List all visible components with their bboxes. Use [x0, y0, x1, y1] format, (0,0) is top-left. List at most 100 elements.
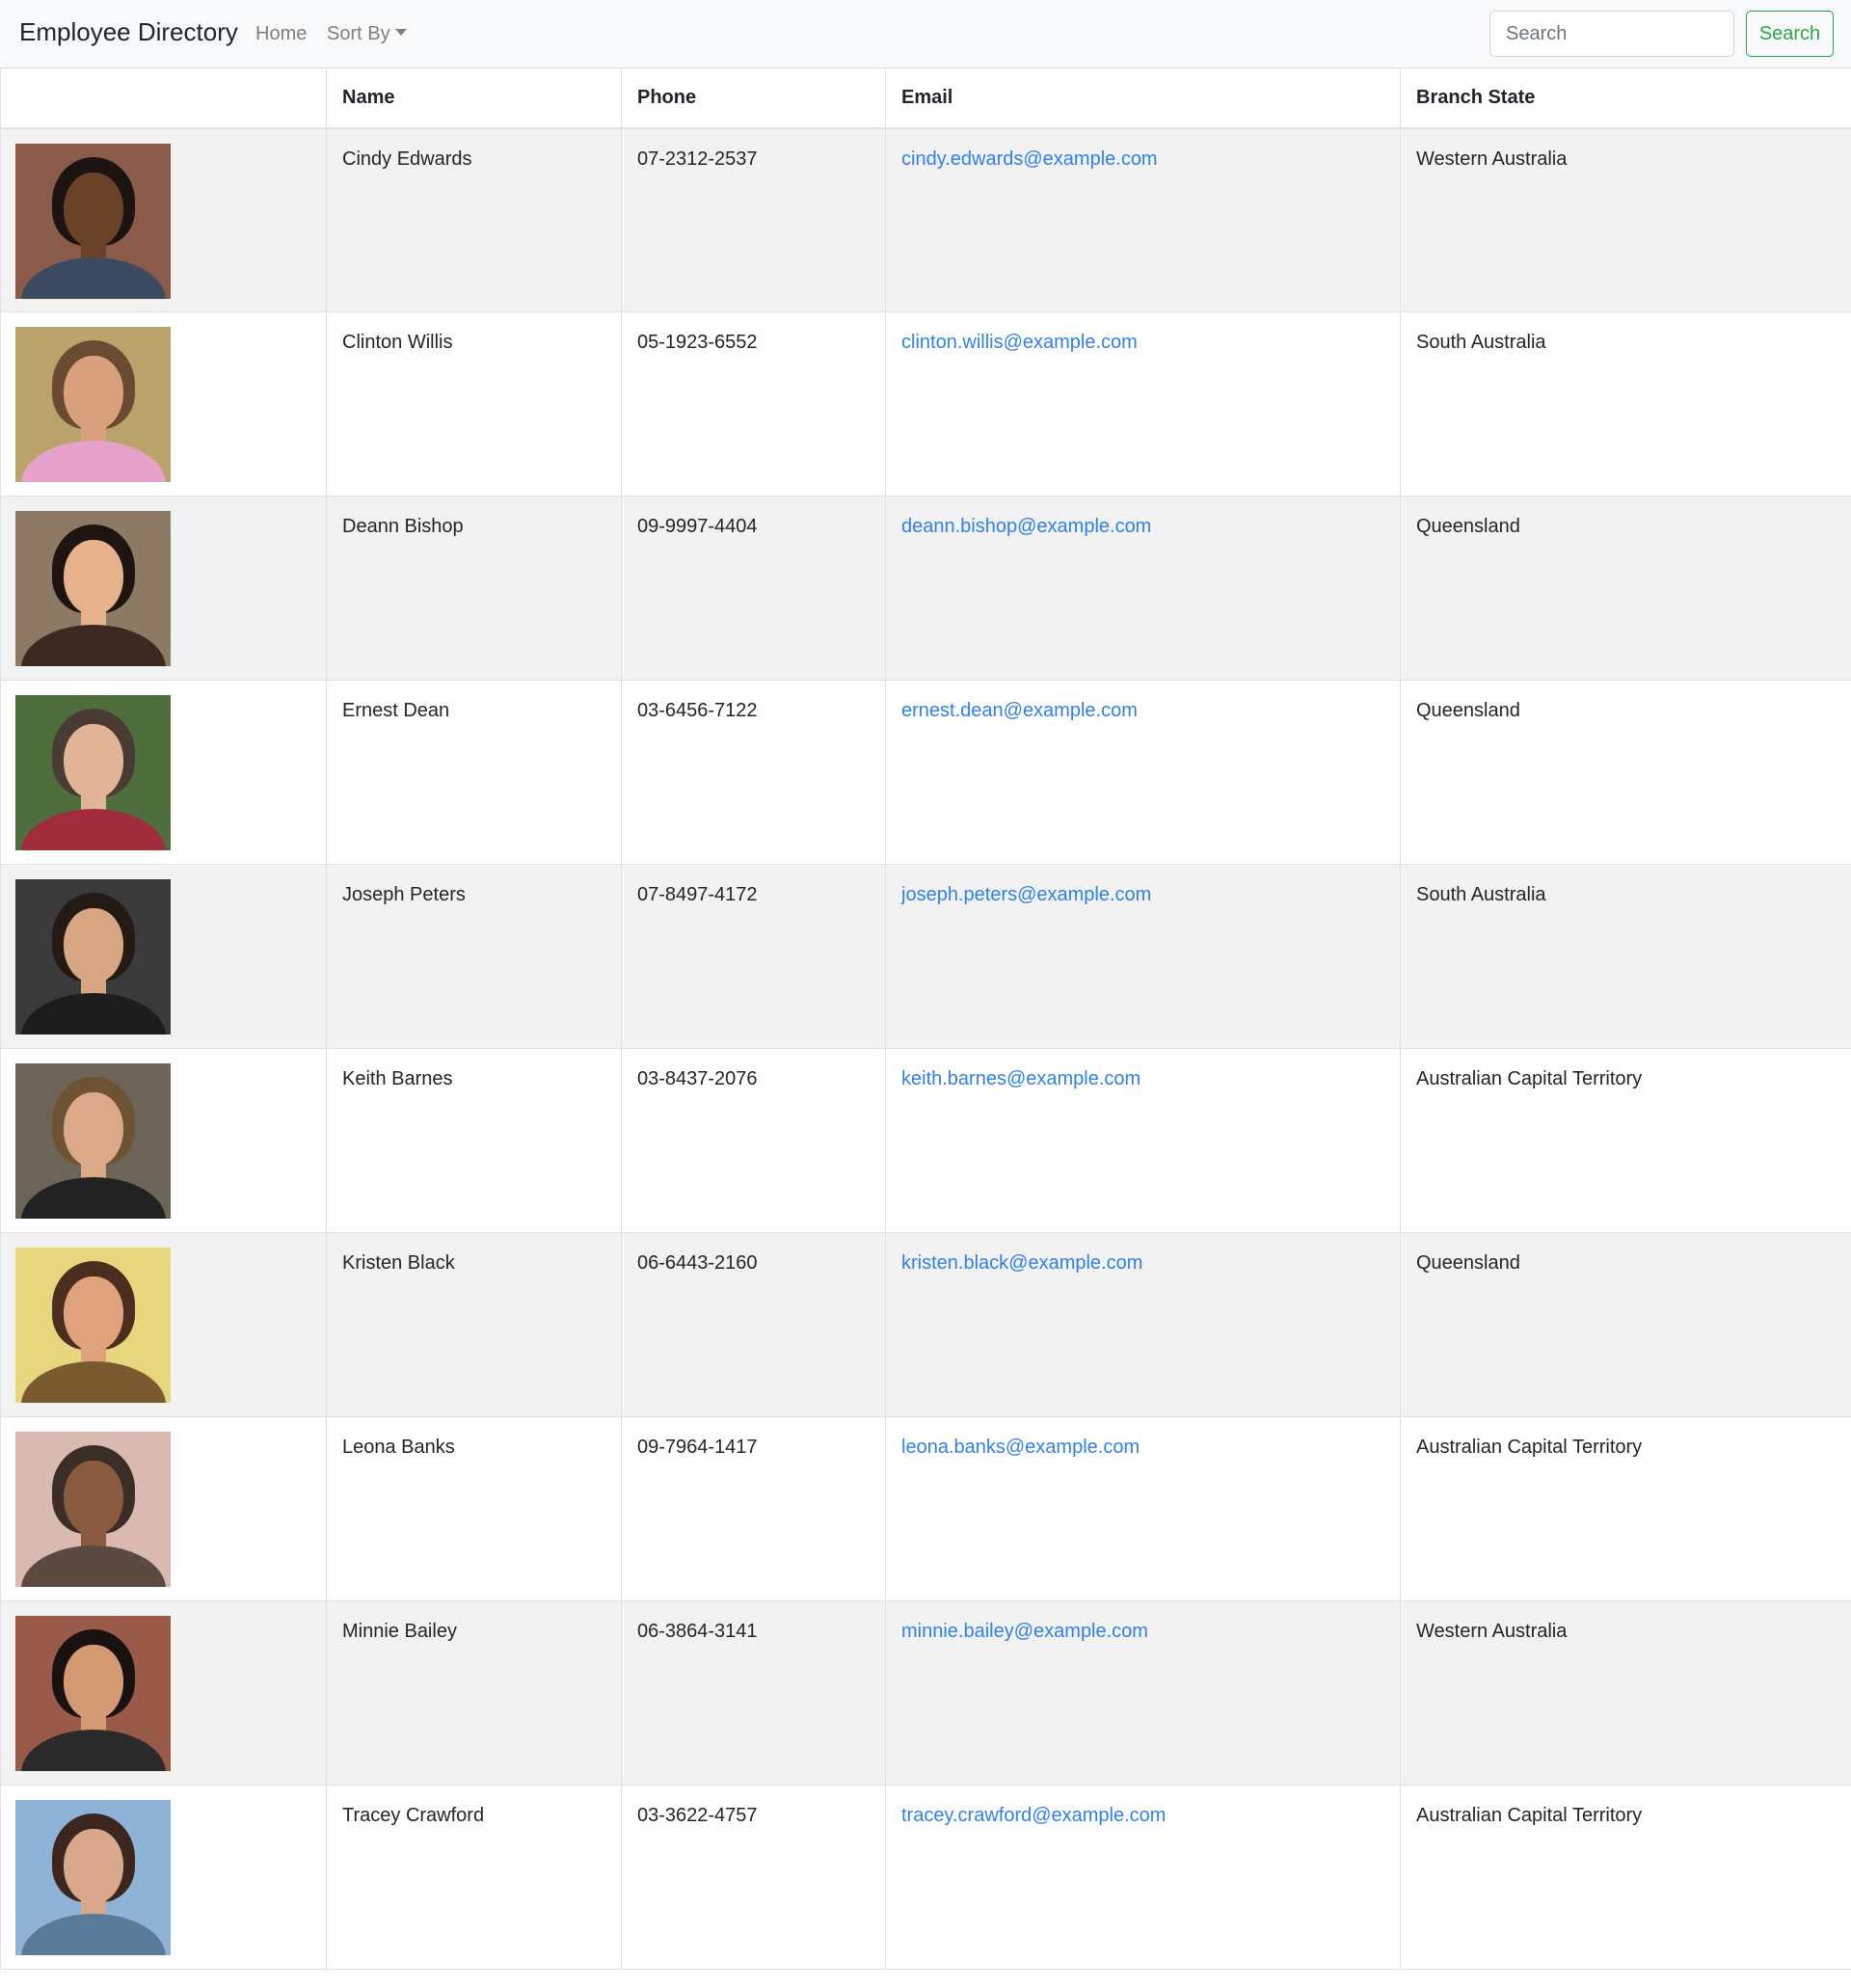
- sort-by-dropdown[interactable]: Sort By: [327, 23, 407, 45]
- email-link[interactable]: deann.bishop@example.com: [901, 516, 1151, 537]
- photo-face: [64, 356, 123, 431]
- employee-table-container: Name Phone Email Branch State Cindy Edwa…: [0, 67, 1851, 1970]
- photo-face: [64, 1829, 123, 1904]
- email-link[interactable]: minnie.bailey@example.com: [901, 1621, 1148, 1642]
- phone-text: 05-1923-6552: [637, 332, 758, 353]
- employee-photo: [15, 511, 171, 666]
- table-header-row: Name Phone Email Branch State: [0, 67, 1851, 129]
- employee-photo: [15, 327, 171, 482]
- search-button[interactable]: Search: [1746, 11, 1834, 57]
- photo-cell: [0, 1416, 327, 1601]
- name-cell: Tracey Crawford: [326, 1785, 622, 1970]
- phone-text: 09-9997-4404: [637, 516, 758, 537]
- table-row: Minnie Bailey 06-3864-3141 minnie.bailey@e…: [0, 1600, 1851, 1786]
- email-cell: ernest.dean@example.com: [885, 680, 1401, 865]
- name-cell: Cindy Edwards: [326, 127, 622, 312]
- photo-face: [64, 172, 123, 248]
- caret-down-icon: [394, 29, 407, 36]
- email-cell: minnie.bailey@example.com: [885, 1600, 1401, 1786]
- email-link[interactable]: clinton.willis@example.com: [901, 332, 1138, 353]
- branch-state-column-header[interactable]: Branch State: [1400, 67, 1851, 129]
- branch-state-text: South Australia: [1416, 332, 1546, 353]
- photo-face: [64, 1461, 123, 1536]
- name-cell: Deann Bishop: [326, 496, 622, 681]
- photo-cell: [0, 311, 327, 497]
- name-text: Tracey Crawford: [342, 1805, 485, 1826]
- phone-text: 06-6443-2160: [637, 1252, 758, 1274]
- photo-face: [64, 540, 123, 615]
- email-cell: deann.bishop@example.com: [885, 496, 1401, 681]
- photo-cell: [0, 1785, 327, 1970]
- branch-state-text: South Australia: [1416, 884, 1546, 905]
- branch-state-text: Australian Capital Territory: [1416, 1437, 1643, 1458]
- branch-state-text: Western Australia: [1416, 148, 1568, 170]
- phone-column-header[interactable]: Phone: [621, 67, 886, 129]
- email-cell: tracey.crawford@example.com: [885, 1785, 1401, 1970]
- name-cell: Minnie Bailey: [326, 1600, 622, 1786]
- search-input[interactable]: [1489, 11, 1734, 57]
- email-link[interactable]: kristen.black@example.com: [901, 1252, 1142, 1274]
- photo-face: [64, 1276, 123, 1352]
- table-body: Cindy Edwards 07-2312-2537 cindy.edwards@e…: [0, 127, 1851, 1970]
- email-link[interactable]: joseph.peters@example.com: [901, 884, 1151, 905]
- branch-state-cell: Queensland: [1400, 496, 1851, 681]
- branch-state-text: Western Australia: [1416, 1621, 1568, 1642]
- employee-photo: [15, 143, 171, 299]
- name-cell: Leona Banks: [326, 1416, 622, 1601]
- branch-state-text: Australian Capital Territory: [1416, 1068, 1643, 1089]
- employee-photo: [15, 1248, 171, 1403]
- photo-cell: [0, 1600, 327, 1786]
- branch-state-text: Queensland: [1416, 516, 1520, 537]
- employee-photo: [15, 695, 171, 850]
- employee-photo: [15, 1063, 171, 1219]
- phone-cell: 09-9997-4404: [621, 496, 886, 681]
- name-column-header[interactable]: Name: [326, 67, 622, 129]
- email-column-header[interactable]: Email: [885, 67, 1401, 129]
- branch-state-cell: Western Australia: [1400, 127, 1851, 312]
- name-text: Deann Bishop: [342, 516, 464, 537]
- name-text: Cindy Edwards: [342, 148, 472, 170]
- name-text: Leona Banks: [342, 1437, 455, 1458]
- email-link[interactable]: keith.barnes@example.com: [901, 1068, 1140, 1089]
- table-row: Leona Banks 09-7964-1417 leona.banks@examp…: [0, 1416, 1851, 1601]
- branch-state-cell: South Australia: [1400, 311, 1851, 497]
- name-cell: Kristen Black: [326, 1232, 622, 1417]
- branch-state-text: Queensland: [1416, 1252, 1520, 1274]
- branch-state-cell: Queensland: [1400, 680, 1851, 865]
- email-cell: leona.banks@example.com: [885, 1416, 1401, 1601]
- branch-state-cell: South Australia: [1400, 864, 1851, 1049]
- photo-cell: [0, 496, 327, 681]
- email-link[interactable]: tracey.crawford@example.com: [901, 1805, 1166, 1826]
- email-link[interactable]: cindy.edwards@example.com: [901, 148, 1158, 170]
- phone-text: 07-8497-4172: [637, 884, 758, 905]
- photo-face: [64, 1092, 123, 1168]
- branch-state-text: Queensland: [1416, 700, 1520, 721]
- phone-text: 03-6456-7122: [637, 700, 758, 721]
- branch-state-cell: Australian Capital Territory: [1400, 1416, 1851, 1601]
- nav-home-link[interactable]: Home: [255, 23, 307, 45]
- phone-cell: 03-6456-7122: [621, 680, 886, 865]
- branch-state-cell: Australian Capital Territory: [1400, 1048, 1851, 1233]
- table-row: Keith Barnes 03-8437-2076 keith.barnes@exa…: [0, 1048, 1851, 1233]
- phone-text: 06-3864-3141: [637, 1621, 758, 1642]
- employee-table: Name Phone Email Branch State Cindy Edwa…: [0, 67, 1851, 1970]
- table-row: Kristen Black 06-6443-2160 kristen.black@e…: [0, 1232, 1851, 1417]
- phone-cell: 03-8437-2076: [621, 1048, 886, 1233]
- phone-cell: 09-7964-1417: [621, 1416, 886, 1601]
- email-link[interactable]: ernest.dean@example.com: [901, 700, 1138, 721]
- sort-by-label: Sort By: [327, 23, 390, 44]
- photo-cell: [0, 1048, 327, 1233]
- email-link[interactable]: leona.banks@example.com: [901, 1437, 1140, 1458]
- photo-face: [64, 908, 123, 983]
- table-row: Tracey Crawford 03-3622-4757 tracey.crawfo…: [0, 1785, 1851, 1970]
- branch-state-cell: Queensland: [1400, 1232, 1851, 1417]
- table-row: Ernest Dean 03-6456-7122 ernest.dean@examp…: [0, 680, 1851, 865]
- image-column-header: [0, 67, 327, 129]
- photo-cell: [0, 1232, 327, 1417]
- employee-photo: [15, 1800, 171, 1955]
- table-row: Joseph Peters 07-8497-4172 joseph.peters@e…: [0, 864, 1851, 1049]
- brand-title[interactable]: Employee Directory: [19, 17, 238, 47]
- phone-text: 07-2312-2537: [637, 148, 758, 170]
- phone-cell: 05-1923-6552: [621, 311, 886, 497]
- email-cell: keith.barnes@example.com: [885, 1048, 1401, 1233]
